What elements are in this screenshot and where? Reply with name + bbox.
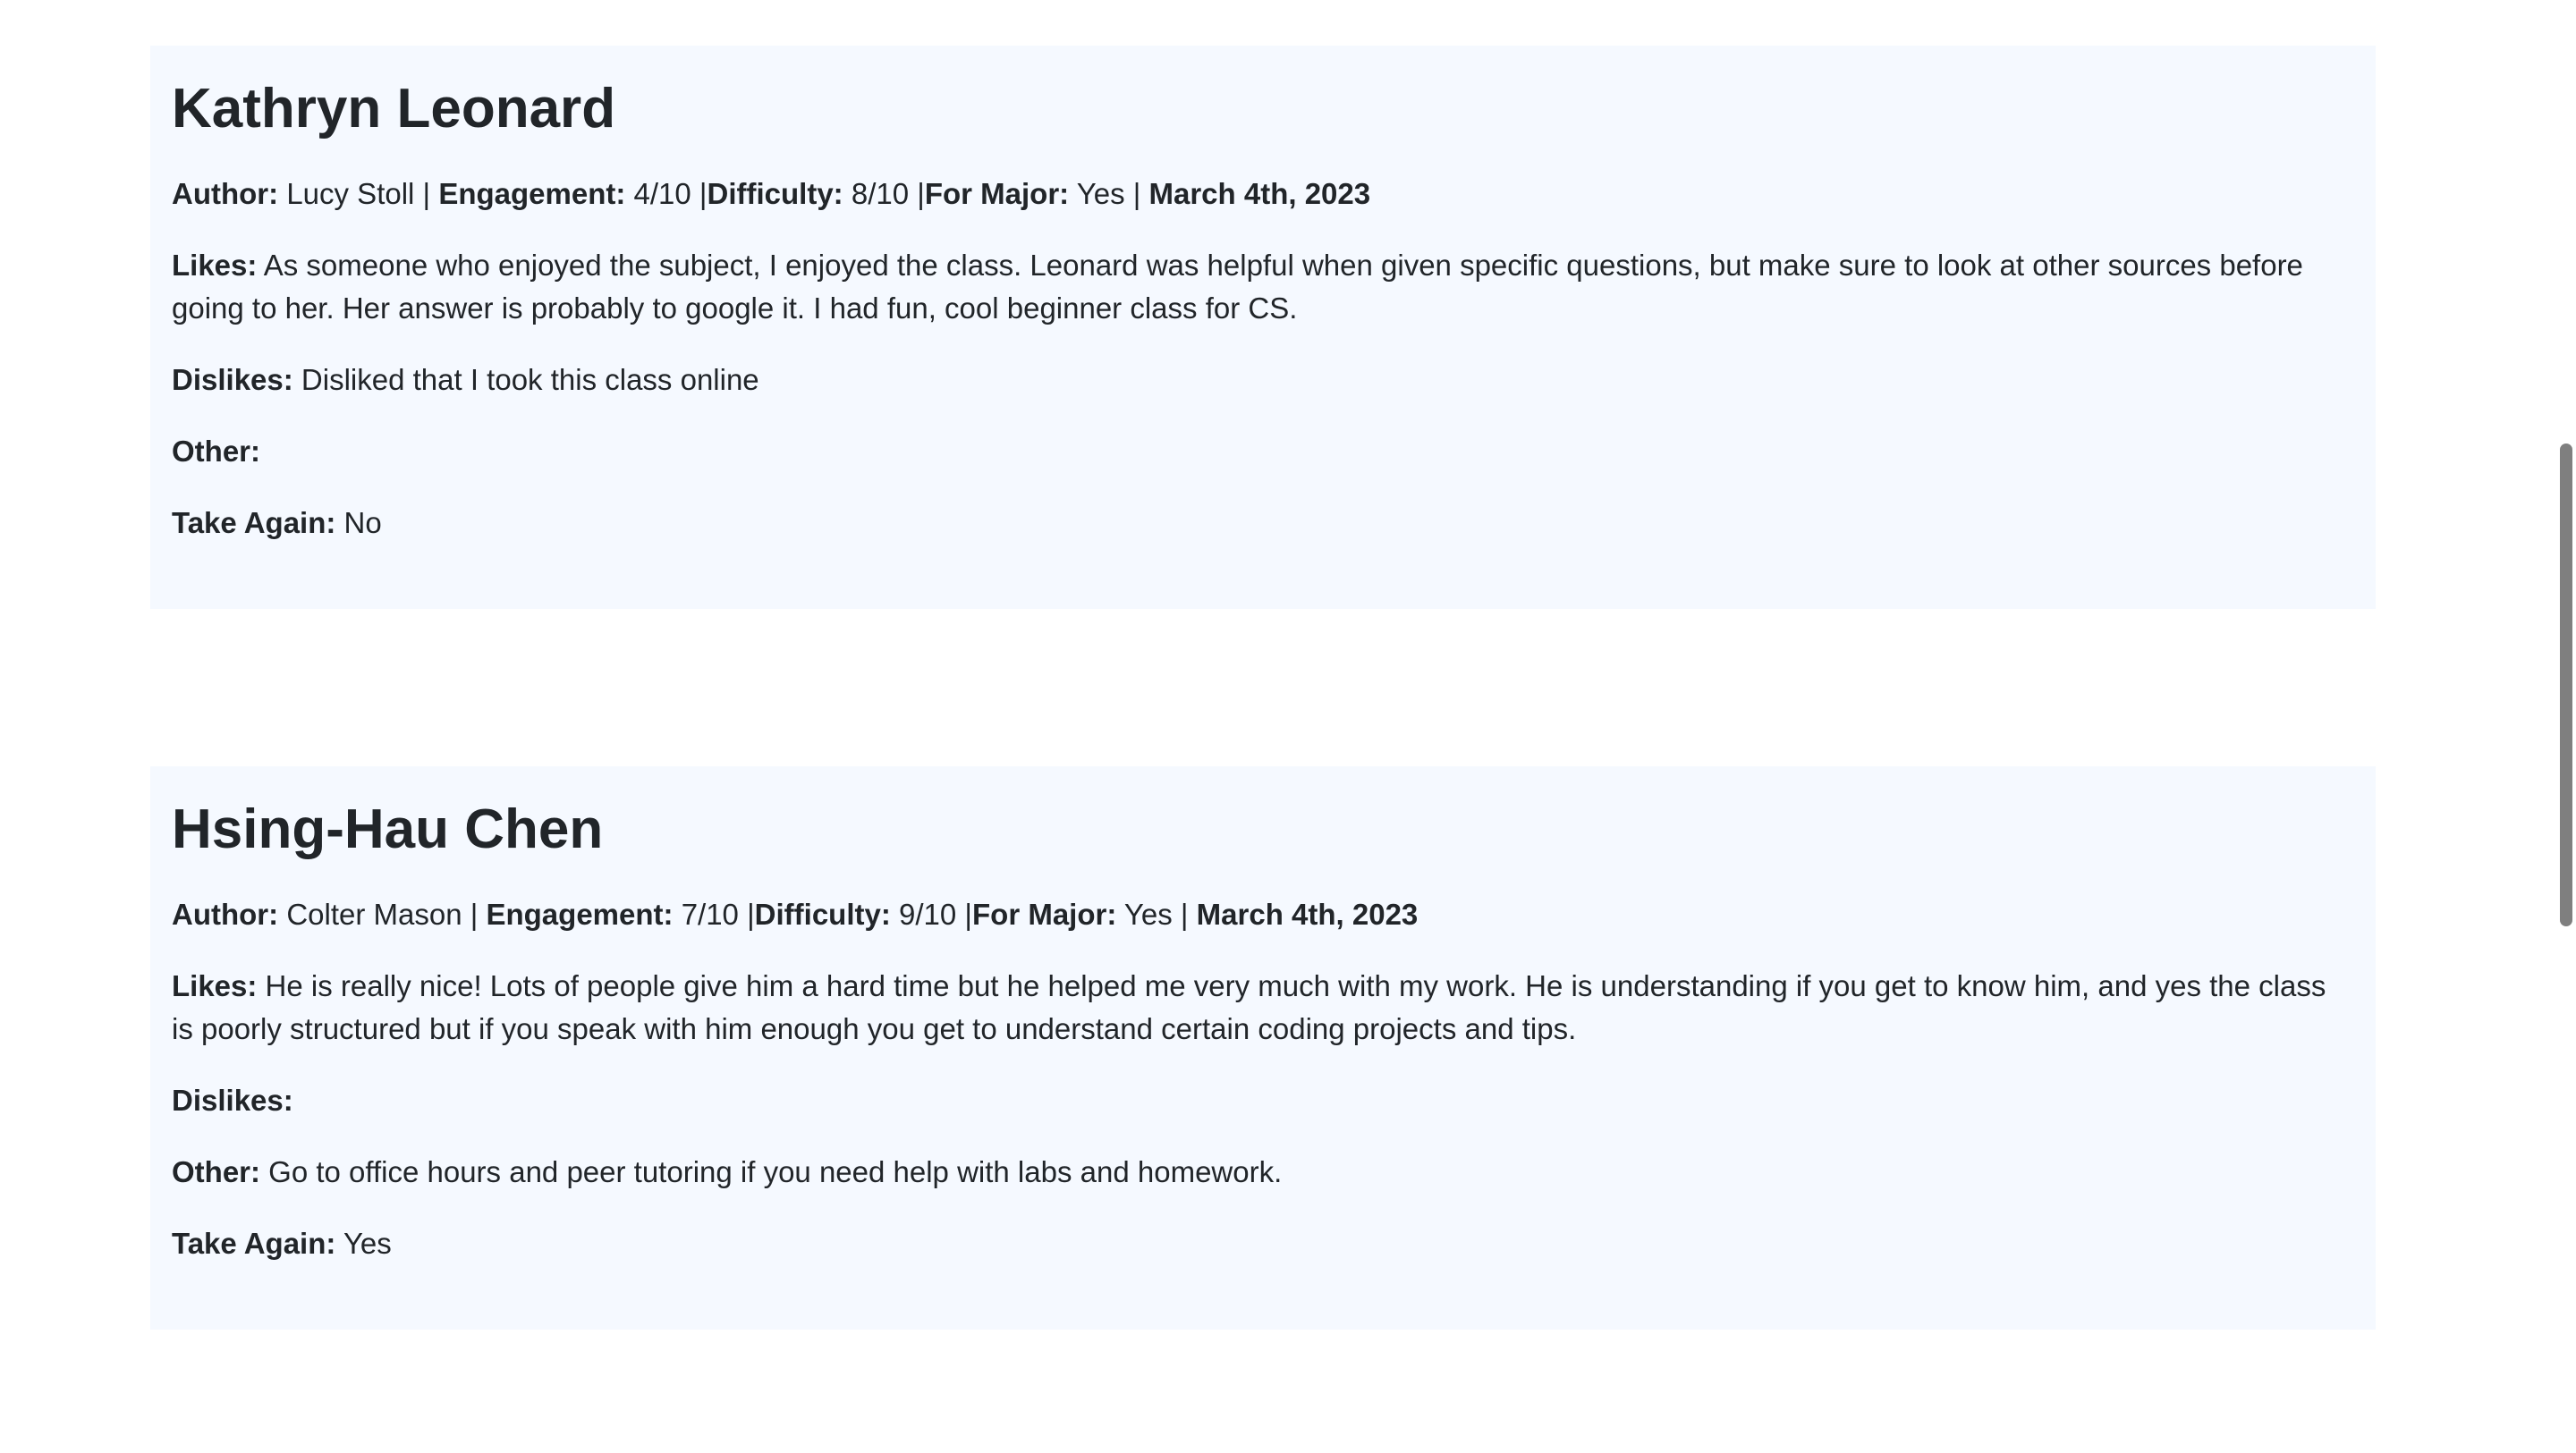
- other-value: Go to office hours and peer tutoring if …: [268, 1155, 1283, 1188]
- review-meta: Author: Colter Mason | Engagement: 7/10 …: [172, 898, 1419, 931]
- review-meta: Author: Lucy Stoll | Engagement: 4/10 |D…: [172, 177, 1371, 210]
- likes-value: As someone who enjoyed the subject, I en…: [172, 249, 2303, 325]
- page: Kathryn Leonard Author: Lucy Stoll | Eng…: [0, 0, 2576, 1453]
- other-label: Other:: [172, 435, 260, 468]
- review-date: March 4th, 2023: [1148, 177, 1371, 210]
- likes-label: Likes:: [172, 969, 258, 1002]
- other-field: Other:: [172, 430, 2354, 473]
- for-major-value: Yes: [1076, 177, 1125, 210]
- likes-value: He is really nice! Lots of people give h…: [172, 969, 2326, 1045]
- author-value: Colter Mason: [286, 898, 462, 931]
- take-again-value: No: [343, 506, 382, 539]
- difficulty-label: Difficulty:: [707, 177, 843, 210]
- dislikes-field: Dislikes:: [172, 1079, 2354, 1122]
- difficulty-value: 9/10: [899, 898, 957, 931]
- for-major-label: For Major:: [972, 898, 1117, 931]
- likes-field: Likes: As someone who enjoyed the subjec…: [172, 244, 2354, 330]
- engagement-label: Engagement:: [438, 177, 626, 210]
- for-major-value: Yes: [1123, 898, 1173, 931]
- take-again-field: Take Again: No: [172, 502, 2354, 545]
- professor-name: Kathryn Leonard: [172, 78, 616, 139]
- review-card: Hsing-Hau Chen Author: Colter Mason | En…: [150, 766, 2376, 1330]
- scrollbar-thumb[interactable]: [2560, 444, 2572, 926]
- dislikes-value: Disliked that I took this class online: [301, 363, 759, 396]
- engagement-value: 7/10: [681, 898, 739, 931]
- take-again-value: Yes: [343, 1227, 392, 1260]
- engagement-label: Engagement:: [486, 898, 674, 931]
- author-label: Author:: [172, 177, 279, 210]
- take-again-field: Take Again: Yes: [172, 1222, 2354, 1265]
- author-label: Author:: [172, 898, 279, 931]
- likes-label: Likes:: [172, 249, 258, 282]
- likes-field: Likes: He is really nice! Lots of people…: [172, 965, 2354, 1051]
- for-major-label: For Major:: [924, 177, 1070, 210]
- review-date: March 4th, 2023: [1196, 898, 1419, 931]
- scrollbar[interactable]: [2549, 0, 2576, 1453]
- dislikes-label: Dislikes:: [172, 1084, 293, 1117]
- engagement-value: 4/10: [633, 177, 691, 210]
- other-field: Other: Go to office hours and peer tutor…: [172, 1151, 2354, 1194]
- difficulty-label: Difficulty:: [754, 898, 891, 931]
- author-value: Lucy Stoll: [286, 177, 415, 210]
- dislikes-label: Dislikes:: [172, 363, 293, 396]
- review-card: Kathryn Leonard Author: Lucy Stoll | Eng…: [150, 46, 2376, 609]
- take-again-label: Take Again:: [172, 1227, 336, 1260]
- professor-name: Hsing-Hau Chen: [172, 798, 604, 860]
- take-again-label: Take Again:: [172, 506, 336, 539]
- dislikes-field: Dislikes: Disliked that I took this clas…: [172, 359, 2354, 401]
- other-label: Other:: [172, 1155, 260, 1188]
- difficulty-value: 8/10: [851, 177, 910, 210]
